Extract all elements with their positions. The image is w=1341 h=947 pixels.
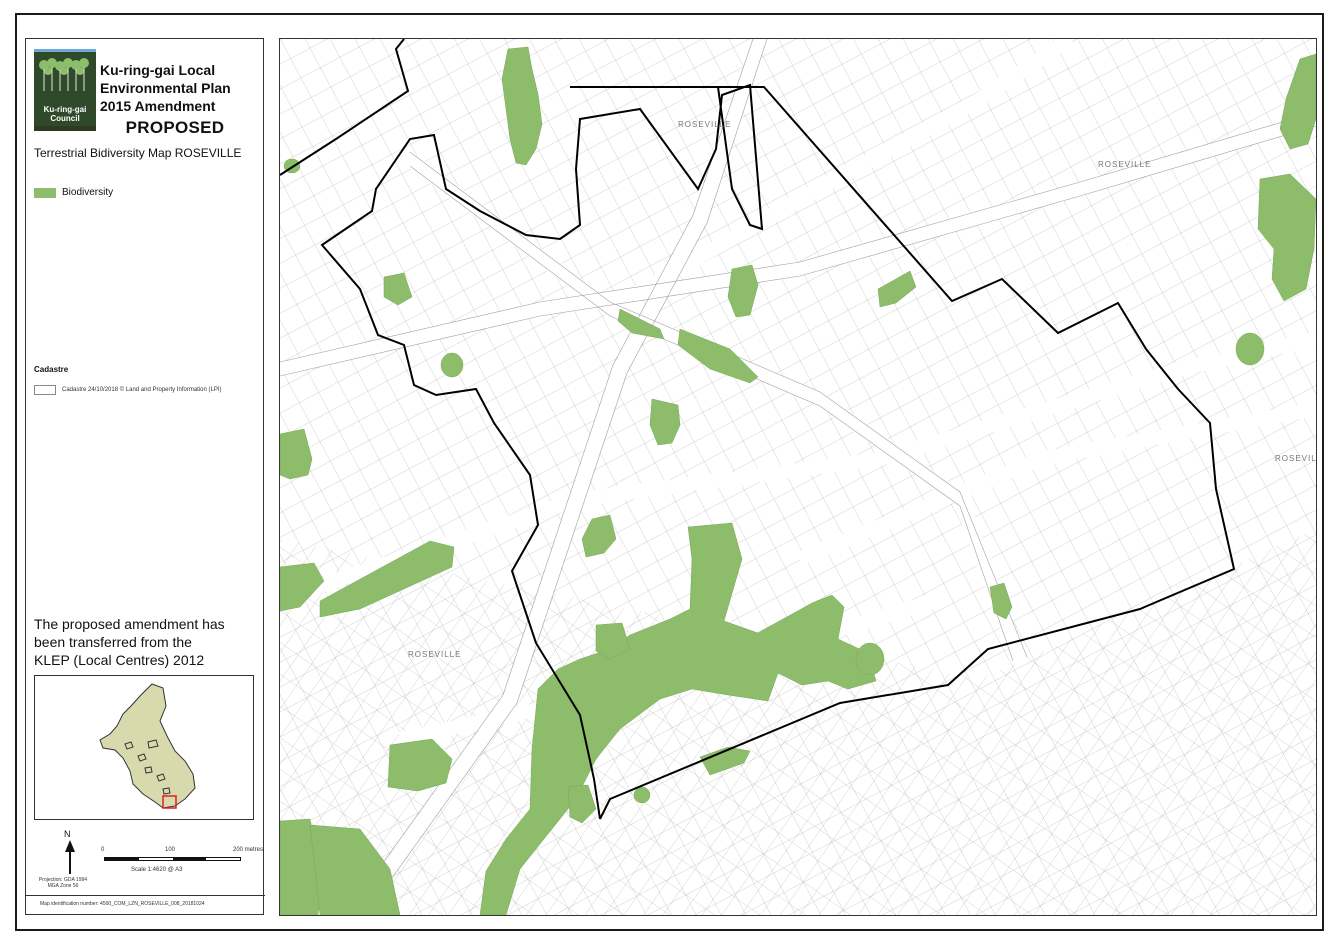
note-line2: been transferred from the bbox=[34, 634, 192, 650]
map-canvas[interactable]: ROSEVILLE ROSEVILLE ROSEVILLE ROSEVILLE bbox=[280, 39, 1316, 915]
projection-text: Projection: GDA 1994 MGA Zone 56 bbox=[38, 877, 88, 889]
scale-tick-100: 100 bbox=[165, 847, 176, 853]
biodiversity-label: Biodiversity bbox=[62, 187, 114, 198]
logo-base-bar bbox=[34, 126, 96, 131]
cadastre-label: Cadastre 24/10/2018 © Land and Property … bbox=[62, 387, 222, 393]
tree-icon bbox=[39, 58, 89, 91]
biodiversity-swatch bbox=[34, 187, 56, 198]
suburb-label: ROSEVILLE bbox=[1275, 454, 1316, 463]
cadastre-swatch bbox=[34, 385, 56, 395]
suburb-label: ROSEVILLE bbox=[408, 650, 461, 659]
scale-ratio: Scale 1:4620 @ A3 bbox=[131, 867, 183, 873]
logo-text-line1: Ku-ring-gai bbox=[43, 105, 87, 114]
note-line1: The proposed amendment has bbox=[34, 616, 225, 632]
note-line3: KLEP (Local Centres) 2012 bbox=[34, 652, 205, 668]
north-label: N bbox=[64, 829, 71, 839]
locality-inset-map bbox=[34, 675, 254, 820]
main-map[interactable]: ROSEVILLE ROSEVILLE ROSEVILLE ROSEVILLE bbox=[279, 38, 1317, 916]
cadastre-title: Cadastre bbox=[34, 365, 69, 374]
biodiversity-area bbox=[1235, 332, 1265, 366]
legend-item-cadastre: Cadastre 24/10/2018 © Land and Property … bbox=[34, 385, 222, 395]
status-label: PROPOSED bbox=[125, 118, 225, 137]
scale-tick-200: 200 metres bbox=[233, 847, 264, 853]
logo-text-line2: Council bbox=[50, 114, 80, 123]
biodiversity-area bbox=[440, 352, 464, 378]
legend-panel: Ku-ring-gai Council Ku-ring-gai Local En… bbox=[25, 38, 265, 915]
inset-map-graphic bbox=[99, 683, 196, 809]
scale-bar-block: 0 100 200 metres Scale 1:4620 @ A3 bbox=[101, 847, 264, 887]
north-arrow-icon bbox=[65, 840, 75, 874]
scale-bar bbox=[104, 857, 241, 861]
plan-title-line1: Ku-ring-gai Local bbox=[100, 62, 216, 78]
plan-title-line2: Environmental Plan bbox=[100, 80, 231, 96]
biodiversity-area bbox=[633, 786, 651, 804]
map-name: Terrestrial Bidiversity Map ROSEVILLE bbox=[34, 146, 242, 160]
legend-item-biodiversity: Biodiversity bbox=[34, 187, 113, 198]
footer-divider bbox=[26, 895, 265, 896]
scale-tick-0: 0 bbox=[101, 847, 105, 853]
council-logo: Ku-ring-gai Council bbox=[34, 49, 96, 131]
map-id: Map identification number: 4500_COM_LZN_… bbox=[40, 901, 205, 907]
projection-line2: MGA Zone 56 bbox=[47, 883, 79, 889]
logo-sky-band bbox=[34, 49, 96, 52]
plan-title-line3: 2015 Amendment bbox=[100, 98, 216, 114]
lga-outline bbox=[99, 683, 196, 809]
amendment-note: The proposed amendment has been transfer… bbox=[34, 615, 259, 669]
biodiversity-area bbox=[855, 642, 885, 676]
suburb-label: ROSEVILLE bbox=[678, 120, 731, 129]
suburb-label: ROSEVILLE bbox=[1098, 160, 1151, 169]
plan-title: Ku-ring-gai Local Environmental Plan 201… bbox=[100, 61, 265, 115]
